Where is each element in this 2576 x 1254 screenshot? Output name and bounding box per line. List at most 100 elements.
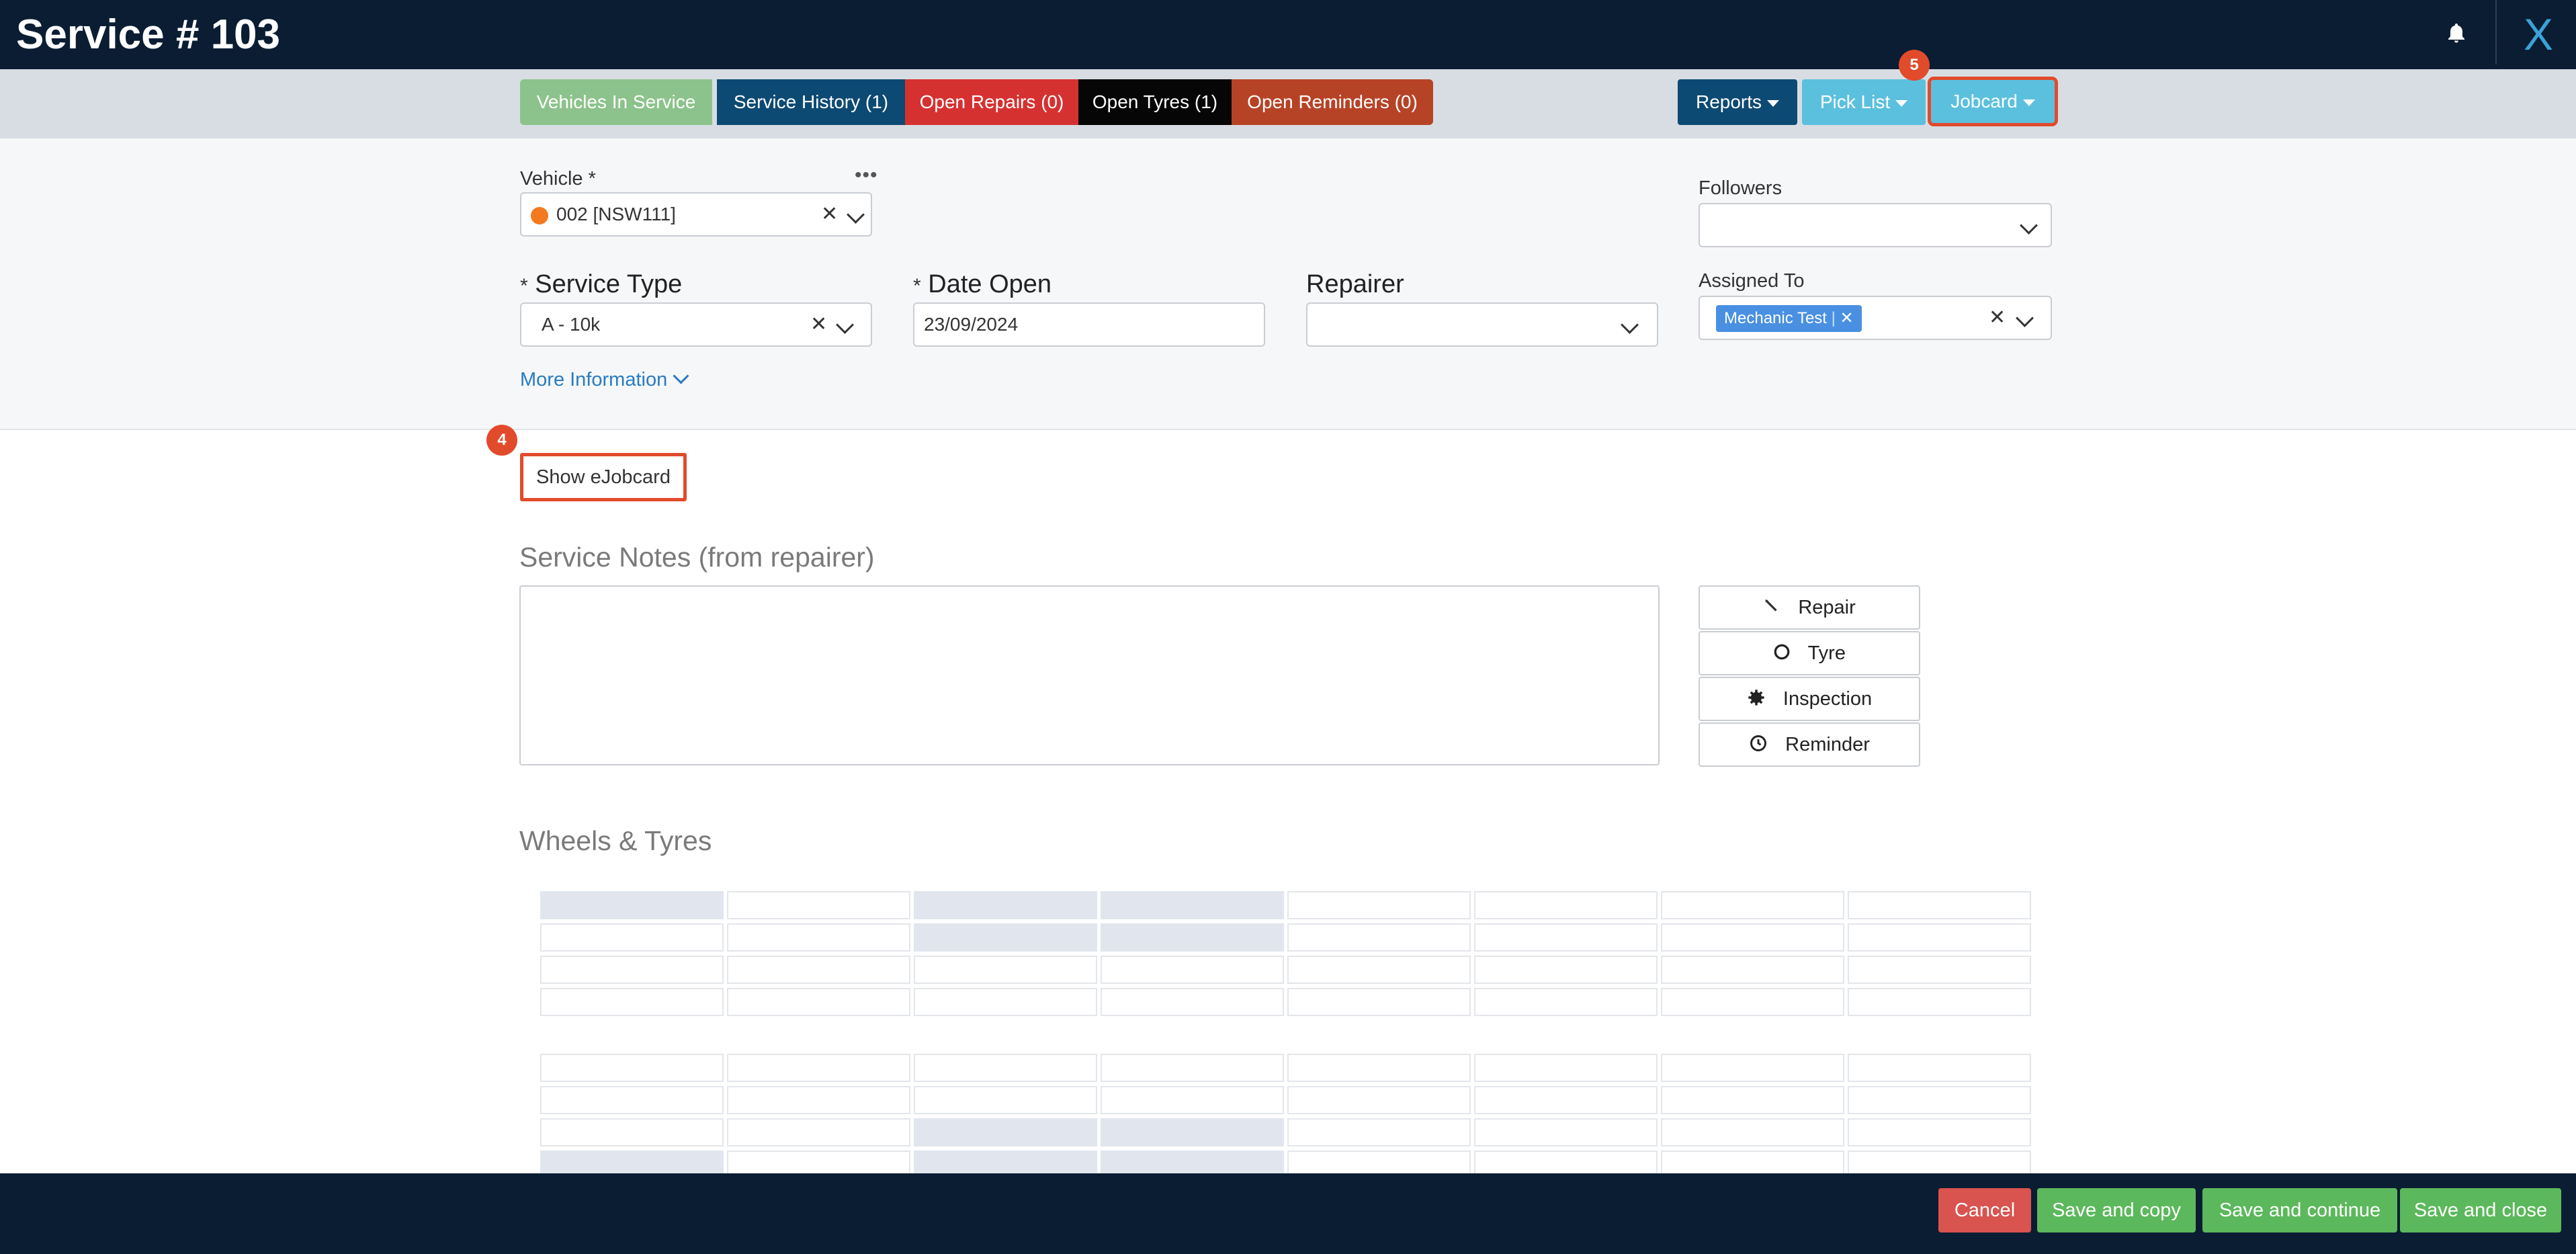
wheel-grid-cell [1287,891,1471,919]
wheel-grid-cell [1101,1054,1284,1082]
wheel-grid-cell [1848,891,2031,919]
add-repair-button[interactable]: Repair [1699,585,1920,630]
clear-icon[interactable]: ✕ [810,304,827,345]
wheel-grid-cell [1661,923,1844,952]
clear-icon[interactable]: ✕ [1989,297,2006,339]
cancel-button[interactable]: Cancel [1938,1188,2031,1232]
tab-open-tyres[interactable]: Open Tyres (1) [1078,79,1232,125]
chevron-down-icon[interactable] [847,206,865,224]
wheel-grid-cell [1287,988,1471,1016]
wheel-grid-cell [1101,891,1284,919]
wheel-grid-cell [1848,1086,2031,1114]
assigned-to-select[interactable]: Mechanic Test | ✕ ✕ [1699,296,2052,340]
bell-icon[interactable] [2444,22,2468,46]
add-inspection-button[interactable]: Inspection [1699,677,1920,721]
wheel-grid-cell [727,891,910,919]
tab-vehicles-in-service[interactable]: Vehicles In Service [520,79,712,125]
add-tyre-button[interactable]: Tyre [1699,631,1920,675]
form-panel [0,138,2576,430]
wheel-grid-cell [540,923,724,952]
date-open-input[interactable]: 23/09/2024 [913,302,1265,347]
picklist-dropdown-button[interactable]: Pick List [1802,79,1926,125]
step-badge-4: 4 [486,425,517,456]
save-and-close-button[interactable]: Save and close [2400,1188,2561,1232]
save-and-continue-button[interactable]: Save and continue [2202,1188,2397,1232]
wheel-grid-cell [540,1086,724,1114]
tab-open-reminders[interactable]: Open Reminders (0) [1232,79,1433,125]
required-mark: * [913,275,921,297]
wheel-grid-cell [1661,891,1844,919]
wheel-grid-cell [914,891,1097,919]
caret-down-icon [2022,99,2035,106]
wheel-grid-cell [540,1118,724,1146]
remove-tag-icon[interactable]: ✕ [1840,309,1854,327]
close-button[interactable]: X [2524,9,2553,60]
wheel-grid-cell [540,1054,724,1082]
clear-icon[interactable]: ✕ [821,194,838,235]
chevron-down-icon[interactable] [2020,216,2038,235]
wheel-grid-cell [1661,988,1844,1016]
service-notes-title: Service Notes (from repairer) [519,542,875,573]
repairer-select[interactable] [1306,302,1658,347]
wheel-grid-cell [914,1054,1097,1082]
add-reminder-button[interactable]: Reminder [1699,722,1920,767]
repair-label: Repair [1798,597,1856,618]
service-type-select[interactable]: A - 10k ✕ [520,302,872,347]
wheel-grid-cell [1287,956,1471,984]
more-information-toggle[interactable]: More Information [520,368,689,391]
page-title: Service # 103 [16,11,281,58]
circle-icon [1774,644,1790,660]
reports-label: Reports [1695,91,1762,112]
followers-select[interactable] [1699,203,2052,247]
wheel-grid-cell [540,956,724,984]
vehicle-label: Vehicle * [520,168,596,190]
chevron-down-icon[interactable] [1621,316,1639,334]
wheel-grid-cell [1101,1086,1284,1114]
date-open-label: * Date Open [913,270,1051,299]
caret-down-icon [1895,99,1908,107]
reports-dropdown-button[interactable]: Reports [1678,79,1797,125]
wrench-icon [1765,599,1777,612]
wheel-grid-cell [1474,1086,1658,1114]
followers-label: Followers [1699,177,1783,199]
service-type-label: * Service Type [520,270,682,299]
wheel-grid-cell [1287,1118,1471,1146]
tab-service-history[interactable]: Service History (1) [717,79,905,125]
wheel-grid-cell [1848,956,2031,984]
wheel-grid-cell [1661,1086,1844,1114]
wheels-tyres-title: Wheels & Tyres [519,825,712,856]
vehicle-value: 002 [NSW111] [556,204,676,224]
wheel-grid-cell [1848,1054,2031,1082]
date-open-label-text: Date Open [928,270,1052,298]
assigned-tag-label: Mechanic Test [1724,309,1827,327]
wheel-grid-cell [1101,923,1284,952]
wheel-grid-cell [1474,891,1658,919]
chevron-down-icon[interactable] [2016,309,2034,327]
wheel-grid-cell [914,1118,1097,1146]
reminder-label: Reminder [1785,734,1870,755]
wheel-grid-cell [914,956,1097,984]
wheel-grid-cell [727,1086,910,1114]
wheel-grid-cell [727,1054,910,1082]
chevron-down-icon[interactable] [836,316,854,334]
assigned-tag[interactable]: Mechanic Test | ✕ [1716,305,1862,332]
tab-open-repairs[interactable]: Open Repairs (0) [905,79,1078,125]
more-information-label: More Information [520,369,668,390]
wheel-grid-cell [914,923,1097,952]
required-mark: * [520,275,528,297]
jobcard-dropdown-button[interactable]: Jobcard [1928,77,2058,126]
service-notes-textarea[interactable] [519,585,1660,765]
vehicle-select[interactable]: 002 [NSW111] ✕ [520,192,872,237]
wheel-grid-cell [1287,1054,1471,1082]
save-and-copy-button[interactable]: Save and copy [2037,1188,2196,1232]
repairer-label: Repairer [1306,270,1404,298]
top-header: Service # 103 X [0,0,2576,69]
wheel-grid-cell [1848,923,2031,952]
wheel-grid-cell [727,956,910,984]
show-ejobcard-button[interactable]: Show eJobcard [520,453,687,501]
more-options-icon[interactable]: ••• [855,164,878,187]
gear-icon [1748,689,1764,706]
wheel-grid-cell [1287,923,1471,952]
wheel-grid-cell [1661,1118,1844,1146]
wheel-grid-cell [1101,988,1284,1016]
